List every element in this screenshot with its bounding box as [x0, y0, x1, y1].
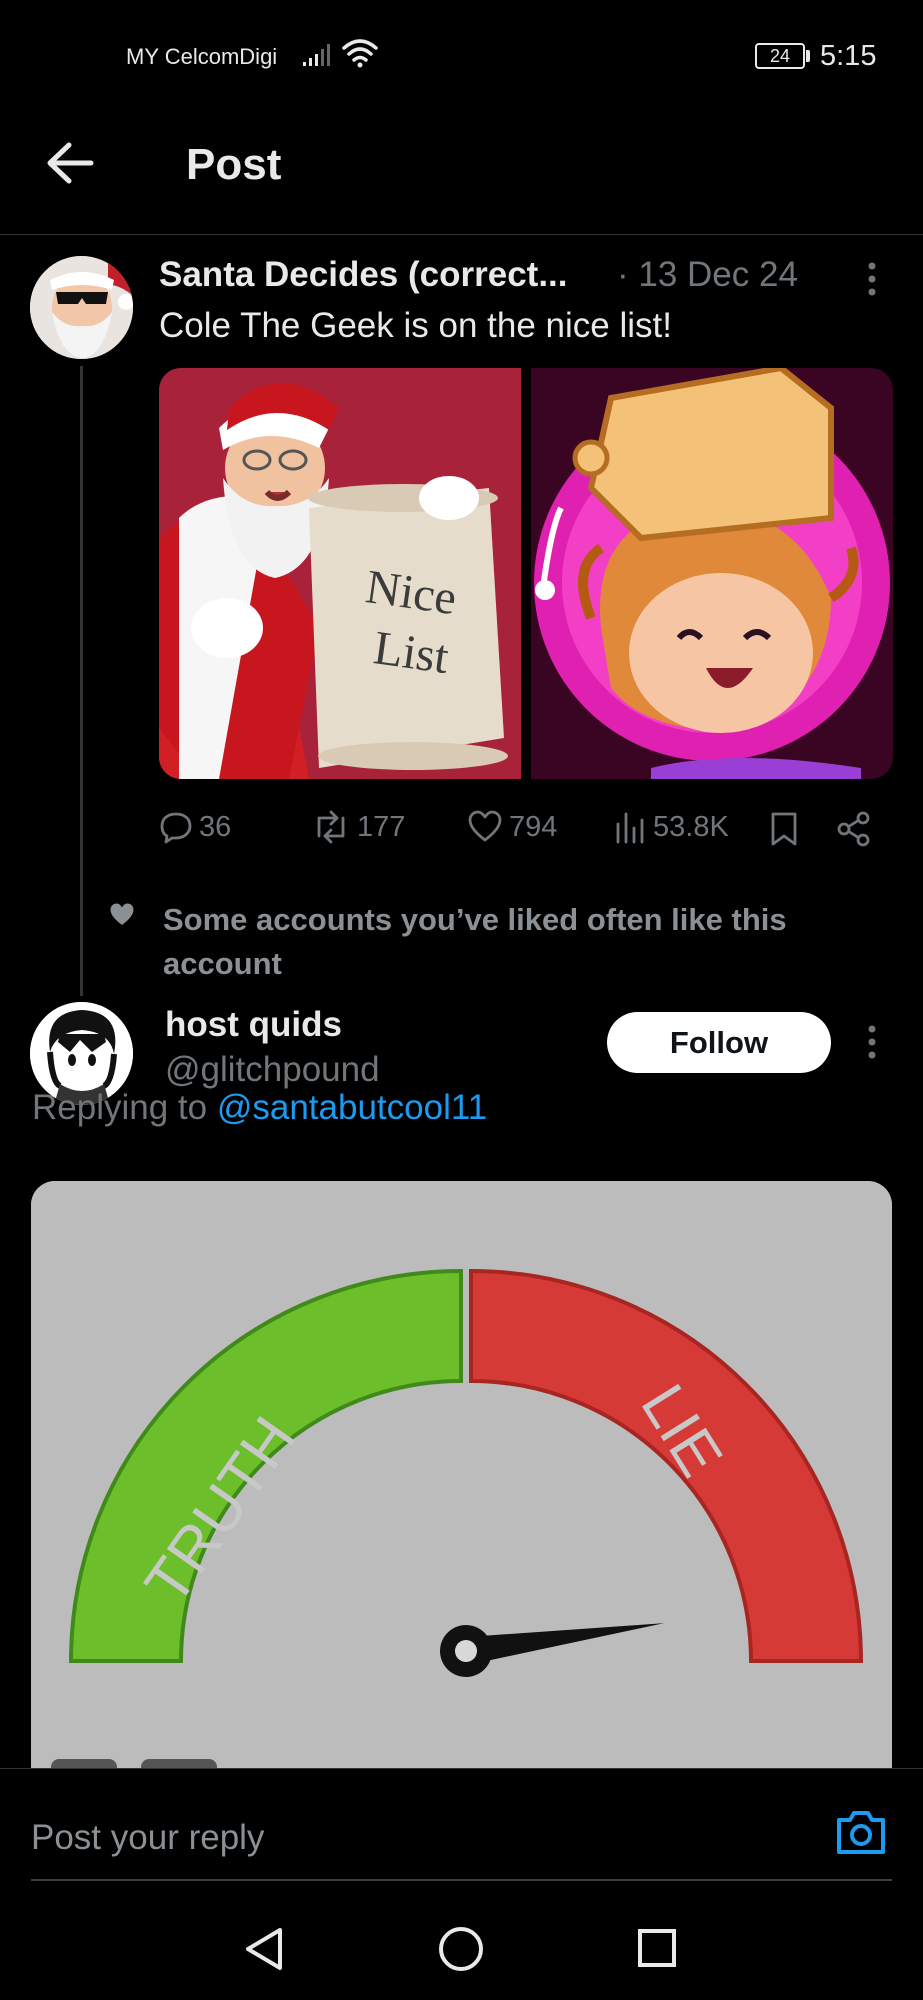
follow-button[interactable]: Follow [607, 1012, 831, 1073]
reply-input[interactable] [31, 1808, 811, 1868]
battery-tip [806, 50, 810, 62]
battery-indicator: 24 [755, 43, 805, 69]
thread-line [80, 366, 83, 996]
post-author-name[interactable]: Santa Decides (correct... [159, 255, 568, 295]
like-count: 794 [509, 810, 558, 843]
status-time: 5:15 [820, 40, 877, 72]
reply-icon [160, 812, 192, 844]
views-icon [616, 812, 644, 844]
post-image-cole[interactable] [531, 368, 893, 779]
wifi-icon [342, 39, 378, 68]
header-divider [0, 234, 923, 235]
replying-to-mention[interactable]: @santabutcool11 [217, 1088, 487, 1127]
composer-divider [0, 1768, 923, 1769]
reply-image-truth-meter[interactable]: TRUTH LIE [31, 1181, 892, 1771]
nav-recents-icon[interactable] [637, 1928, 677, 1968]
repost-action[interactable]: 177 [311, 810, 405, 844]
author-avatar[interactable] [30, 256, 133, 359]
reply-author-handle[interactable]: @glitchpound [165, 1050, 380, 1090]
santa-avatar-image [30, 256, 133, 359]
views-count: 53.8K [653, 810, 729, 843]
more-options-icon[interactable] [857, 259, 887, 299]
nice-list-caption-line2: List [370, 621, 452, 684]
heart-filled-icon [110, 903, 134, 925]
repost-icon [317, 810, 345, 844]
repost-count: 177 [357, 810, 406, 843]
share-icon[interactable] [836, 811, 872, 847]
reply-action[interactable]: 36 [159, 810, 231, 844]
post-date: · 13 Dec 24 [617, 255, 798, 294]
social-context-text: Some accounts you’ve liked often like th… [163, 902, 787, 981]
replying-to: Replying to @santabutcool11 [32, 1088, 487, 1128]
composer-underline [31, 1879, 892, 1881]
signal-icon [303, 44, 330, 66]
post-image-santa[interactable]: Nice List [159, 368, 521, 779]
replying-to-prefix: Replying to [32, 1088, 208, 1127]
page-title: Post [186, 140, 282, 189]
views-action[interactable]: 53.8K [613, 810, 729, 844]
reply-more-options-icon[interactable] [857, 1022, 887, 1062]
like-action[interactable]: 794 [467, 810, 557, 844]
camera-icon[interactable] [835, 1808, 887, 1856]
nav-back-icon[interactable] [244, 1926, 284, 1972]
post-text: Cole The Geek is on the nice list! [159, 306, 672, 345]
reply-count: 36 [199, 810, 232, 843]
heart-icon [468, 810, 502, 842]
status-carrier: MY CelcomDigi [126, 44, 278, 69]
back-arrow-icon[interactable] [45, 140, 95, 186]
nav-home-icon[interactable] [438, 1926, 484, 1972]
bookmark-icon[interactable] [770, 812, 798, 846]
reply-author-name[interactable]: host quids [165, 1005, 342, 1045]
